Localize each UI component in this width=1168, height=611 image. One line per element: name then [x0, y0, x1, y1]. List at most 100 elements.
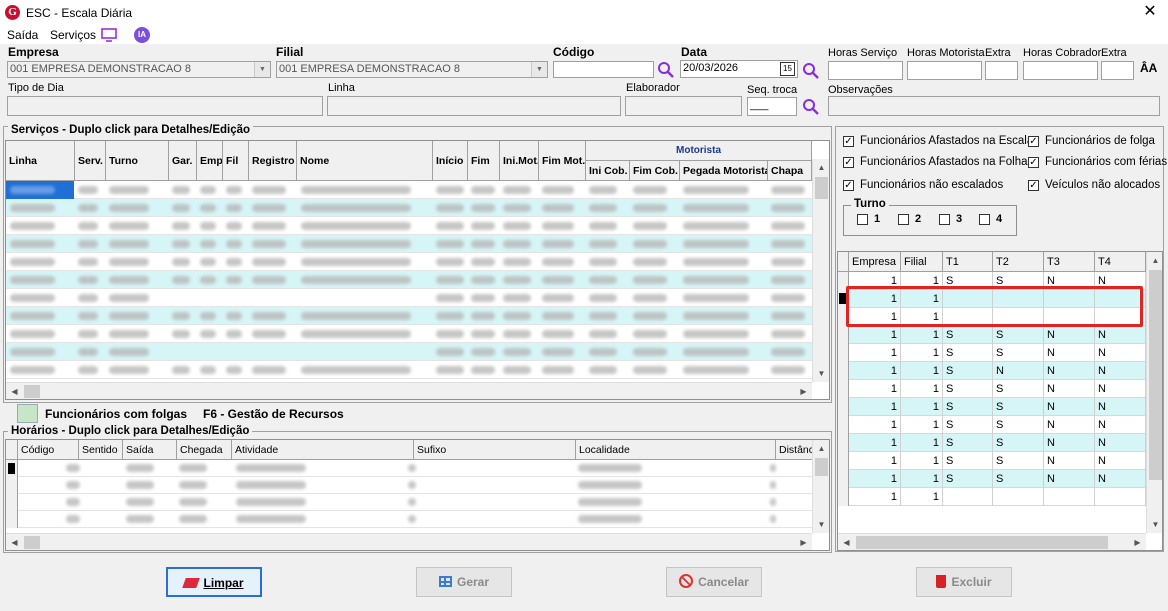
grid-cell[interactable]: N	[1044, 326, 1095, 344]
afastados-folha-checkbox[interactable]: ✓	[843, 157, 854, 168]
grid-cell[interactable]: S	[993, 380, 1044, 398]
column-header[interactable]: Fil	[223, 141, 249, 181]
table-row[interactable]	[6, 325, 814, 343]
vertical-scrollbar[interactable]: ▲ ▼	[812, 440, 829, 533]
column-header[interactable]: Fim Mot.	[539, 141, 586, 181]
column-header[interactable]: Sufixo	[414, 440, 576, 460]
scroll-up-icon[interactable]: ▲	[813, 159, 829, 176]
column-header[interactable]: Pegada Motorista	[680, 161, 768, 181]
grid-cell[interactable]: 1	[901, 488, 943, 506]
chevron-down-icon[interactable]: ▼	[531, 62, 547, 77]
grid-cell[interactable]: N	[1095, 362, 1146, 380]
grid-cell[interactable]: N	[1044, 362, 1095, 380]
horizontal-scrollbar[interactable]: ◀ ▶	[6, 533, 812, 550]
scroll-thumb[interactable]	[24, 385, 40, 398]
table-row[interactable]: T	[6, 271, 818, 289]
grid-cell[interactable]: N	[1095, 452, 1146, 470]
tipo-dia-field[interactable]	[7, 96, 323, 116]
table-row[interactable]: 11SSNN	[838, 398, 1146, 416]
vertical-scrollbar[interactable]: ▲ ▼	[812, 159, 829, 382]
excluir-button[interactable]: Excluir	[916, 567, 1012, 597]
scroll-down-icon[interactable]: ▼	[1147, 516, 1162, 533]
column-header[interactable]: T2	[993, 252, 1044, 272]
grid-cell[interactable]: 1	[849, 452, 901, 470]
grid-cell[interactable]: 1	[849, 326, 901, 344]
horizontal-scrollbar[interactable]: ◀ ▶	[6, 382, 812, 399]
grid-cell[interactable]: 1	[901, 362, 943, 380]
table-row[interactable]: 11SSNN	[838, 326, 1146, 344]
scroll-left-icon[interactable]: ◀	[6, 534, 23, 550]
search-icon[interactable]	[802, 98, 820, 116]
column-header[interactable]: Ini.Mot.	[500, 141, 539, 181]
empresa-select[interactable]: 001 EMPRESA DEMONSTRACAO 8 ▼	[7, 61, 271, 78]
servicos-grid[interactable]: Motorista Linha Serv. Turno Gar. Emp Fil Regist…	[5, 140, 830, 400]
afastados-escala-checkbox[interactable]: ✓	[843, 136, 854, 147]
grid-cell[interactable]: S	[993, 344, 1044, 362]
grid-cell[interactable]: N	[1044, 470, 1095, 488]
column-header[interactable]: Filial	[901, 252, 943, 272]
column-header[interactable]: T3	[1044, 252, 1095, 272]
table-row[interactable]	[6, 307, 814, 325]
row-indicator[interactable]	[838, 398, 849, 416]
grid-cell[interactable]: 1	[849, 380, 901, 398]
grid-cell[interactable]: 1	[901, 344, 943, 362]
filial-select[interactable]: 001 EMPRESA DEMONSTRACAO 8 ▼	[276, 61, 548, 78]
column-header[interactable]: Início	[433, 141, 468, 181]
table-row[interactable]: T	[6, 253, 818, 271]
row-indicator[interactable]	[838, 326, 849, 344]
veiculos-checkbox[interactable]: ✓	[1028, 180, 1039, 191]
grid-cell[interactable]: 1	[901, 326, 943, 344]
close-icon[interactable]: ✕	[1138, 2, 1162, 22]
column-header[interactable]: Sentido	[79, 440, 123, 460]
column-header[interactable]: Código	[18, 440, 79, 460]
column-header[interactable]: Nome	[297, 141, 433, 181]
grid-cell[interactable]: S	[943, 416, 993, 434]
column-header[interactable]: T4	[1095, 252, 1146, 272]
table-row[interactable]: 11SSNN	[838, 380, 1146, 398]
table-row[interactable]	[6, 181, 814, 199]
row-indicator[interactable]	[838, 470, 849, 488]
grid-cell[interactable]: S	[943, 344, 993, 362]
scroll-thumb[interactable]	[1149, 270, 1162, 480]
com-ferias-checkbox[interactable]: ✓	[1028, 157, 1039, 168]
monitor-icon[interactable]	[101, 28, 117, 42]
search-icon[interactable]	[802, 62, 820, 80]
grid-cell[interactable]: 1	[849, 434, 901, 452]
grid-cell[interactable]	[1095, 488, 1146, 506]
scroll-right-icon[interactable]: ▶	[1129, 534, 1146, 550]
font-size-icon[interactable]: ÂA	[1140, 61, 1157, 75]
grid-cell[interactable]: S	[943, 380, 993, 398]
cancelar-button[interactable]: Cancelar	[666, 567, 762, 597]
grid-cell[interactable]: N	[1095, 416, 1146, 434]
grid-cell[interactable]: S	[993, 326, 1044, 344]
nao-escalados-checkbox[interactable]: ✓	[843, 180, 854, 191]
scroll-right-icon[interactable]: ▶	[795, 383, 812, 399]
table-row[interactable]	[6, 361, 814, 379]
grid-cell[interactable]: 1	[849, 416, 901, 434]
column-header[interactable]: Fim Cob.	[630, 161, 680, 181]
table-row[interactable]: T	[6, 235, 818, 253]
grid-cell[interactable]: S	[943, 434, 993, 452]
scroll-left-icon[interactable]: ◀	[838, 534, 855, 550]
grid-cell[interactable]	[1044, 488, 1095, 506]
table-row[interactable]: 11	[838, 488, 1146, 506]
grid-cell[interactable]: S	[993, 416, 1044, 434]
menu-servicos[interactable]: Serviços	[50, 28, 96, 42]
column-header[interactable]: Localidade	[576, 440, 776, 460]
column-header[interactable]: Ini Cob.	[586, 161, 630, 181]
table-row[interactable]: 11SSNN	[838, 416, 1146, 434]
data-input[interactable]: 20/03/2026 15	[680, 60, 798, 78]
horas-cobrador-field[interactable]	[1023, 61, 1098, 80]
grid-cell[interactable]: N	[1044, 434, 1095, 452]
table-row[interactable]: 11SSNN	[838, 434, 1146, 452]
column-header[interactable]: Emp	[197, 141, 223, 181]
linha-field[interactable]	[327, 96, 621, 116]
vertical-scrollbar[interactable]: ▲ ▼	[1146, 252, 1162, 533]
scroll-thumb[interactable]	[815, 458, 828, 476]
column-header[interactable]: Turno	[106, 141, 169, 181]
row-indicator[interactable]	[838, 344, 849, 362]
grid-cell[interactable]: S	[943, 362, 993, 380]
row-indicator[interactable]	[6, 494, 18, 511]
grid-cell[interactable]: 1	[901, 434, 943, 452]
turno-2-checkbox[interactable]	[898, 214, 909, 225]
